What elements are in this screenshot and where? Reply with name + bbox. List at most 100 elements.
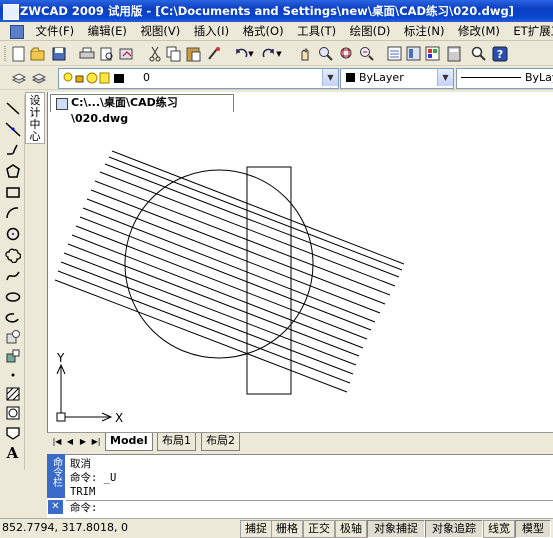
- toolbar-grip[interactable]: [3, 45, 7, 63]
- make-block-icon[interactable]: [3, 347, 22, 365]
- search-icon[interactable]: [470, 45, 488, 63]
- tab-layout2[interactable]: 布局2: [201, 433, 240, 451]
- app-icon: [3, 4, 19, 20]
- hatch-line: [94, 180, 391, 296]
- zoom-window-icon[interactable]: [338, 45, 356, 63]
- redo-dropdown-icon[interactable]: ▼: [274, 45, 284, 63]
- menu-tools[interactable]: 工具(T): [292, 22, 341, 40]
- region-icon[interactable]: [3, 404, 22, 422]
- wipeout-icon[interactable]: [3, 424, 22, 442]
- menu-draw[interactable]: 绘图(D): [345, 22, 396, 40]
- model-toggle[interactable]: 模型: [515, 520, 551, 538]
- point-icon[interactable]: [3, 366, 22, 384]
- last-tab-icon[interactable]: ▶|: [90, 435, 102, 448]
- ucs-y-label: Y: [56, 351, 65, 365]
- ucs-icon: [56, 363, 113, 422]
- publish-icon[interactable]: [118, 45, 136, 63]
- new-file-icon[interactable]: [10, 45, 28, 63]
- ortho-toggle[interactable]: 正交: [303, 520, 335, 538]
- multiline-text-icon[interactable]: A: [3, 444, 22, 462]
- print-icon[interactable]: [78, 45, 96, 63]
- menu-format[interactable]: 格式(O): [238, 22, 289, 40]
- save-icon[interactable]: [50, 45, 68, 63]
- layer-toolbar: 0 ▼ ByLayer ▼ ByLay: [0, 66, 553, 90]
- tab-layout1[interactable]: 布局1: [157, 433, 196, 451]
- construction-line-icon[interactable]: [3, 120, 22, 138]
- linetype-dropdown[interactable]: ByLay: [456, 68, 553, 89]
- osnap-toggle[interactable]: 对象捕捉: [367, 520, 425, 538]
- cut-icon[interactable]: [146, 45, 164, 63]
- layer-dropdown[interactable]: 0 ▼: [58, 68, 339, 89]
- command-prompt[interactable]: 命令:: [70, 502, 97, 515]
- coordinate-readout: 852.7794, 317.8018, 0: [2, 521, 128, 534]
- tool-palettes-icon[interactable]: [424, 45, 442, 63]
- line-icon[interactable]: [3, 99, 22, 117]
- draw-toolbar: A: [0, 95, 25, 470]
- standard-toolbar: ▼ ▼ ?: [0, 42, 553, 66]
- snap-toggle[interactable]: 捕捉: [240, 520, 272, 538]
- color-dropdown-arrow[interactable]: ▼: [437, 69, 453, 86]
- zoom-previous-icon[interactable]: [358, 45, 376, 63]
- menu-file[interactable]: 文件(F): [31, 22, 80, 40]
- menu-dimension[interactable]: 标注(N): [399, 22, 450, 40]
- circle-icon[interactable]: [3, 225, 22, 243]
- drawing-file-icon: [56, 98, 68, 110]
- menu-edit[interactable]: 编辑(E): [83, 22, 132, 40]
- prev-tab-icon[interactable]: ◀: [64, 435, 76, 448]
- hatch-line: [111, 150, 405, 265]
- spline-icon[interactable]: [3, 267, 22, 285]
- layer-manager-icon[interactable]: [10, 69, 28, 87]
- hatch-line: [71, 234, 364, 349]
- color-dropdown[interactable]: ByLayer ▼: [340, 68, 454, 89]
- ellipse-icon[interactable]: [3, 288, 22, 306]
- command-panel-label: 命令栏: [47, 454, 65, 498]
- print-preview-icon[interactable]: [98, 45, 116, 63]
- tab-model[interactable]: Model: [105, 433, 153, 451]
- copy-icon[interactable]: [165, 45, 183, 63]
- polyline-icon[interactable]: [3, 141, 22, 159]
- linetype-value: ByLay: [525, 71, 553, 84]
- open-file-icon[interactable]: [29, 45, 47, 63]
- command-window[interactable]: [47, 454, 553, 518]
- calculator-icon[interactable]: [445, 45, 463, 63]
- design-center-tab[interactable]: 设计中心: [25, 92, 45, 144]
- menu-modify[interactable]: 修改(M): [453, 22, 505, 40]
- layout-tab-bar: |◀ ◀ ▶ ▶| Model 布局1 布局2: [47, 432, 553, 451]
- next-tab-icon[interactable]: ▶: [77, 435, 89, 448]
- menu-view[interactable]: 视图(V): [135, 22, 185, 40]
- grid-toggle[interactable]: 栅格: [271, 520, 303, 538]
- window-title: ZWCAD 2009 试用版 - [C:\Documents and Setti…: [20, 4, 514, 18]
- arc-icon[interactable]: [3, 204, 22, 222]
- ellipse-arc-icon[interactable]: [3, 309, 22, 327]
- undo-dropdown-icon[interactable]: ▼: [246, 45, 256, 63]
- hatch-line: [63, 252, 357, 366]
- match-properties-icon[interactable]: [205, 45, 223, 63]
- hatch-line: [67, 243, 360, 357]
- pan-icon[interactable]: [296, 45, 314, 63]
- polygon-icon[interactable]: [3, 162, 22, 180]
- layer-dropdown-arrow[interactable]: ▼: [322, 69, 338, 86]
- menu-bar: 文件(F) 编辑(E) 视图(V) 插入(I) 格式(O) 工具(T) 绘图(D…: [0, 22, 553, 41]
- first-tab-icon[interactable]: |◀: [51, 435, 63, 448]
- design-center-icon[interactable]: [405, 45, 423, 63]
- help-icon[interactable]: ?: [491, 45, 509, 63]
- menu-insert[interactable]: 插入(I): [189, 22, 234, 40]
- paste-icon[interactable]: [185, 45, 203, 63]
- layer-previous-icon[interactable]: [30, 69, 48, 87]
- zoom-realtime-icon[interactable]: [317, 45, 335, 63]
- otrack-toggle[interactable]: 对象追踪: [425, 520, 483, 538]
- hatch-icon[interactable]: [3, 385, 22, 403]
- layer-name: 0: [143, 71, 150, 84]
- close-icon[interactable]: ✕: [48, 500, 63, 514]
- linetype-preview: [461, 77, 521, 78]
- document-icon[interactable]: [10, 25, 24, 39]
- lineweight-toggle[interactable]: 线宽: [483, 520, 515, 538]
- properties-icon[interactable]: [386, 45, 404, 63]
- revision-cloud-icon[interactable]: [3, 246, 22, 264]
- polar-toggle[interactable]: 极轴: [335, 520, 367, 538]
- rectangle-icon[interactable]: [3, 183, 22, 201]
- drawing-canvas[interactable]: X Y: [47, 112, 553, 432]
- menu-et-tools[interactable]: ET扩展工具(X): [508, 22, 553, 40]
- document-tab[interactable]: C:\...\桌面\CAD练习\020.dwg: [50, 94, 234, 125]
- insert-block-icon[interactable]: [3, 328, 22, 346]
